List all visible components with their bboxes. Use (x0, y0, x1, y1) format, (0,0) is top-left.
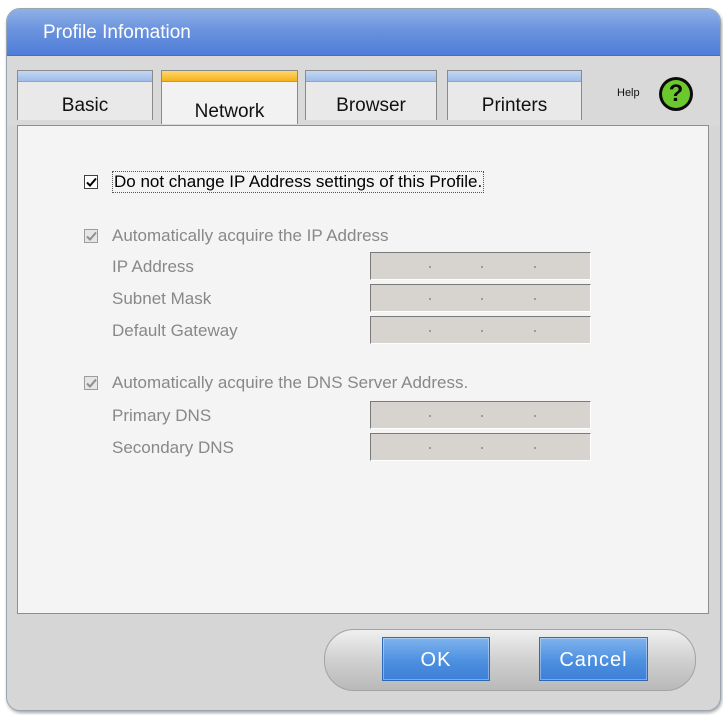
help-question-icon[interactable]: ? (659, 77, 693, 111)
subnet-mask-field[interactable] (370, 284, 591, 312)
auto-dns-checkbox[interactable] (84, 376, 98, 390)
cancel-button[interactable]: Cancel (539, 637, 648, 681)
tab-label: Printers (481, 95, 548, 116)
tab-accent (18, 71, 152, 82)
ip-octet-dot (429, 266, 431, 268)
ip-octet-dot (429, 415, 431, 417)
tab-printers[interactable]: Printers (447, 70, 582, 120)
help-question-glyph: ? (662, 80, 690, 108)
auto-dns-label: Automatically acquire the DNS Server Add… (112, 373, 469, 392)
network-settings-panel: Do not change IP Address settings of thi… (17, 125, 709, 614)
auto-ip-label: Automatically acquire the IP Address (112, 226, 389, 245)
help-label[interactable]: Help (617, 87, 640, 99)
auto-ip-checkbox[interactable] (84, 229, 98, 243)
default-gateway-field[interactable] (370, 316, 591, 344)
tab-accent (448, 71, 581, 82)
tab-strip: Basic Network Browser Printers (7, 56, 720, 126)
ip-octet-dot (534, 415, 536, 417)
ok-button[interactable]: OK (382, 637, 490, 681)
ip-octet-dot (534, 298, 536, 300)
secondary-dns-field[interactable] (370, 433, 591, 461)
ip-octet-dot (429, 298, 431, 300)
checkmark-icon (86, 378, 97, 388)
ip-address-label: IP Address (112, 257, 194, 276)
ip-address-field[interactable] (370, 252, 591, 280)
tab-accent (162, 71, 297, 82)
ip-octet-dot (534, 266, 536, 268)
cancel-button-label: Cancel (559, 649, 628, 671)
ok-button-label: OK (420, 649, 452, 671)
ip-octet-dot (429, 330, 431, 332)
button-tray: OK Cancel (324, 629, 696, 691)
ip-octet-dot (481, 415, 483, 417)
profile-dialog: Profile Infomation Basic Network Browser… (6, 8, 721, 711)
secondary-dns-label: Secondary DNS (112, 438, 234, 457)
ip-octet-dot (481, 447, 483, 449)
keep-ip-label[interactable]: Do not change IP Address settings of thi… (112, 171, 485, 193)
primary-dns-field[interactable] (370, 401, 591, 429)
tab-label: Basic (61, 95, 109, 116)
ip-octet-dot (481, 298, 483, 300)
primary-dns-label: Primary DNS (112, 406, 212, 425)
ip-octet-dot (429, 447, 431, 449)
button-bar: OK Cancel (7, 614, 720, 710)
tab-basic[interactable]: Basic (17, 70, 153, 120)
tab-accent (306, 71, 436, 82)
tab-network[interactable]: Network (161, 70, 298, 124)
checkmark-icon (86, 231, 97, 241)
checkmark-icon (86, 177, 97, 187)
ip-octet-dot (481, 266, 483, 268)
ip-octet-dot (481, 330, 483, 332)
ip-octet-dot (534, 447, 536, 449)
title-bar[interactable]: Profile Infomation (7, 9, 720, 56)
tab-label: Network (194, 101, 265, 122)
default-gateway-label: Default Gateway (112, 321, 238, 340)
ip-octet-dot (534, 330, 536, 332)
keep-ip-checkbox[interactable] (84, 175, 98, 189)
window-title: Profile Infomation (43, 22, 191, 43)
tab-label: Browser (336, 95, 406, 116)
subnet-mask-label: Subnet Mask (112, 289, 212, 308)
tab-browser[interactable]: Browser (305, 70, 437, 120)
